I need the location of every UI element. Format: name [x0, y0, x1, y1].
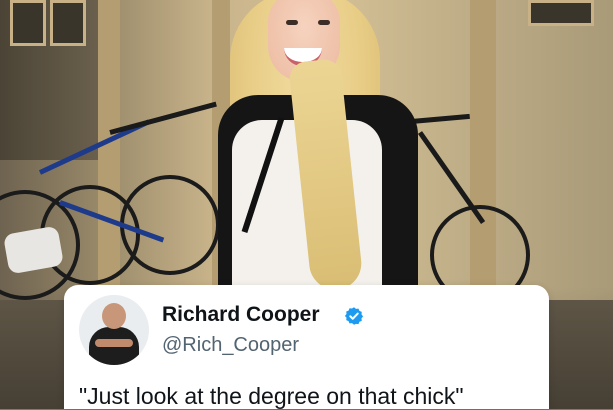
- avatar[interactable]: [79, 295, 149, 365]
- tweet-text: "Just look at the degree on that chick": [79, 383, 464, 409]
- avatar-head: [102, 303, 126, 329]
- author-name[interactable]: Richard Cooper: [162, 303, 320, 327]
- author-handle[interactable]: @Rich_Cooper: [162, 334, 299, 357]
- window: [10, 0, 46, 46]
- verified-badge-icon: [344, 307, 364, 325]
- bicycle-wheel: [120, 175, 220, 275]
- eye: [286, 20, 298, 25]
- window: [50, 0, 86, 46]
- tweet-card[interactable]: Richard Cooper @Rich_Cooper "Just look a…: [64, 285, 549, 409]
- eye: [318, 20, 330, 25]
- bicycle-frame: [109, 101, 217, 135]
- window: [528, 0, 594, 26]
- avatar-arms: [95, 339, 133, 347]
